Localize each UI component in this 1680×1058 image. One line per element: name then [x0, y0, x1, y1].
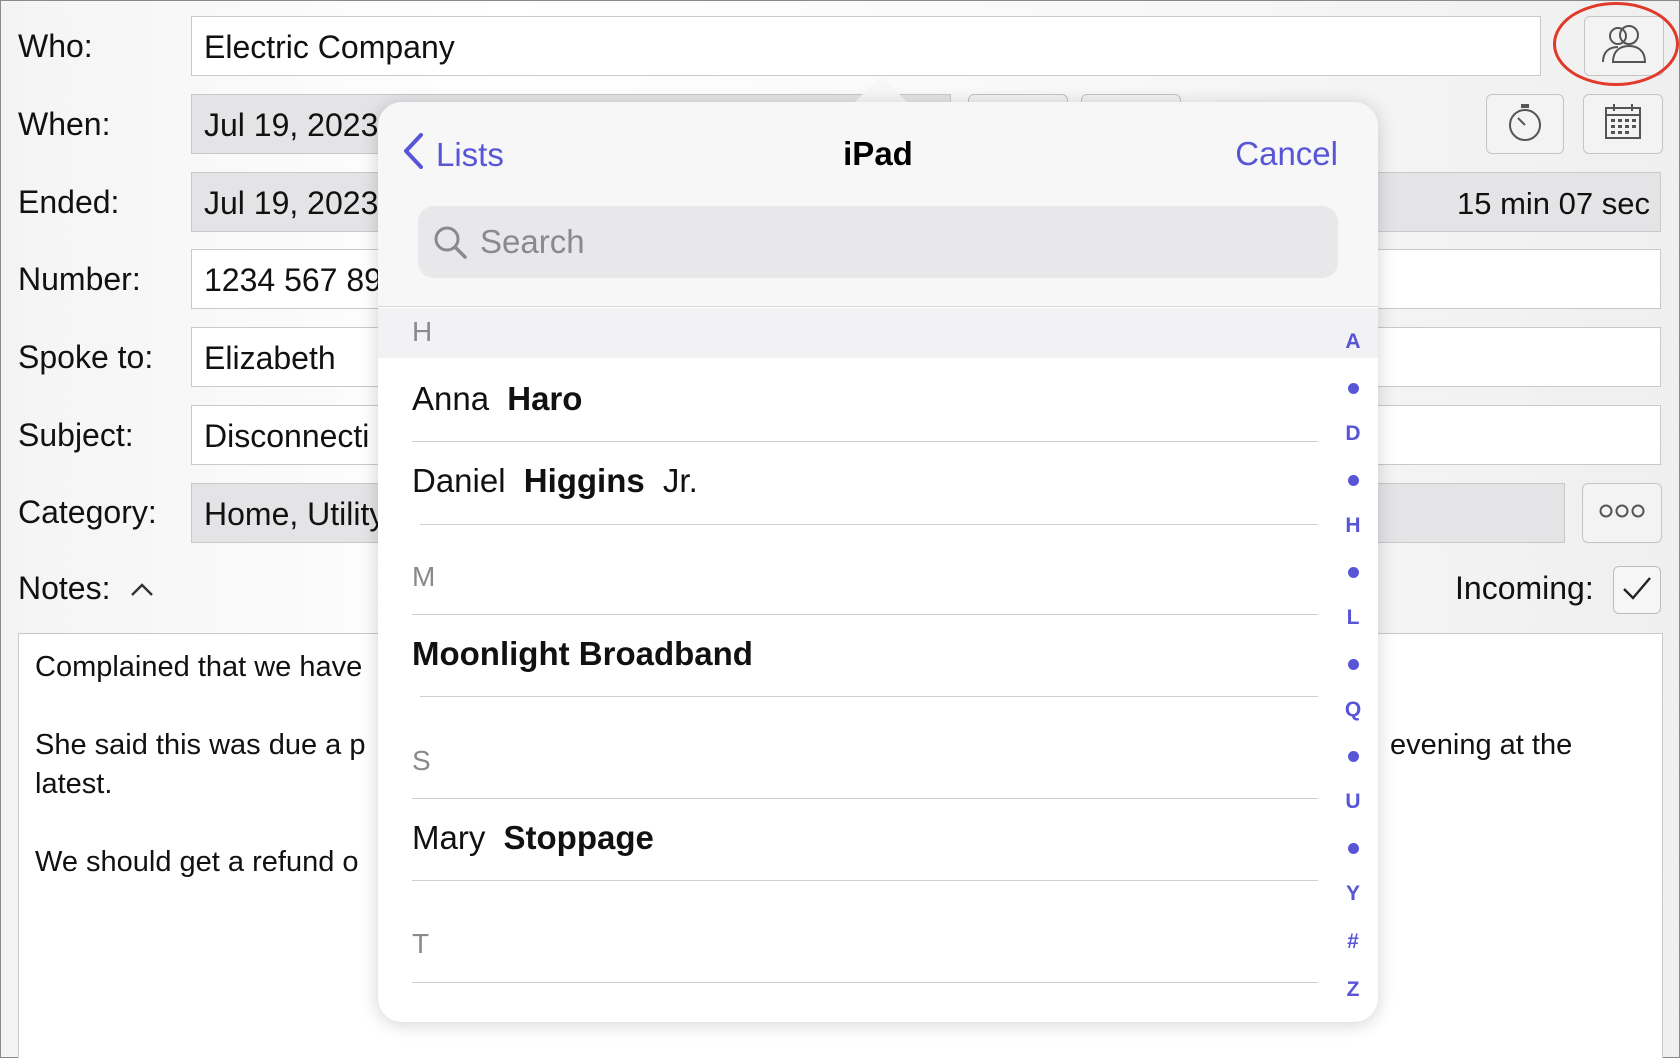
subject-label: Subject:: [18, 417, 134, 453]
popover-title: iPad: [843, 135, 913, 172]
search-input[interactable]: Search: [418, 206, 1338, 278]
more-button[interactable]: [1582, 483, 1662, 543]
calendar-icon: [1603, 102, 1643, 147]
section-index[interactable]: A D H L Q U Y # Z: [1338, 308, 1368, 1022]
duration-text: 15 min 07 sec: [1457, 186, 1650, 221]
section-header-m: M: [412, 561, 436, 592]
index-letter[interactable]: Q: [1338, 698, 1368, 722]
notes-line-2-left: She said this was due a p: [35, 729, 366, 761]
index-dot[interactable]: [1348, 751, 1359, 762]
row-separator: [412, 798, 1318, 799]
contact-row[interactable]: Anna Haro: [412, 380, 582, 418]
contact-last-name: Stoppage: [503, 819, 654, 856]
cancel-button[interactable]: Cancel: [1235, 135, 1338, 173]
contact-row[interactable]: Moonlight Broadband: [412, 635, 753, 673]
index-dot[interactable]: [1348, 659, 1359, 670]
index-dot[interactable]: [1348, 567, 1359, 578]
contact-company-name: Moonlight Broadband: [412, 635, 753, 672]
row-separator: [420, 524, 1318, 525]
spoke-to-label: Spoke to:: [18, 339, 154, 375]
row-separator: [420, 696, 1318, 697]
index-dot[interactable]: [1348, 383, 1359, 394]
index-dot[interactable]: [1348, 843, 1359, 854]
incoming-label: Incoming:: [1455, 570, 1594, 606]
row-separator: [412, 614, 1318, 615]
highlight-ring: [1553, 2, 1679, 86]
incoming-checkbox[interactable]: [1613, 566, 1661, 614]
who-label: Who:: [18, 28, 93, 64]
contact-row[interactable]: Daniel Higgins Jr.: [412, 462, 698, 500]
index-letter[interactable]: #: [1338, 930, 1368, 954]
chevron-up-icon[interactable]: [130, 581, 154, 597]
who-field[interactable]: Electric Company: [191, 16, 1541, 76]
notes-line-2-right: evening at the: [1390, 729, 1573, 761]
index-letter[interactable]: Z: [1338, 978, 1368, 1002]
when-label: When:: [18, 106, 111, 142]
category-label: Category:: [18, 494, 157, 530]
ellipsis-icon: [1598, 503, 1646, 524]
contact-row[interactable]: Mary Stoppage: [412, 819, 654, 857]
contact-first-name: Daniel: [412, 462, 506, 499]
checkmark-icon: [1621, 574, 1653, 607]
index-letter[interactable]: D: [1338, 422, 1368, 446]
popover-header: Lists iPad Cancel Search: [378, 102, 1378, 307]
section-header-h: H: [378, 308, 1378, 358]
popover-arrow: [853, 76, 909, 104]
section-header-t: T: [412, 928, 430, 959]
contact-last-name: Higgins: [523, 462, 645, 499]
index-letter[interactable]: L: [1338, 606, 1368, 630]
contact-first-name: Anna: [412, 380, 490, 417]
contacts-list: H Anna Haro Daniel Higgins Jr. M Moonlig…: [378, 308, 1378, 1022]
contact-last-name: Haro: [507, 380, 583, 417]
notes-label: Notes:: [18, 570, 111, 606]
section-header-s: S: [412, 745, 431, 776]
index-letter[interactable]: H: [1338, 514, 1368, 538]
row-separator: [412, 880, 1318, 881]
calendar-button[interactable]: [1583, 94, 1663, 154]
magnifier-icon: [432, 224, 468, 260]
index-letter[interactable]: U: [1338, 790, 1368, 814]
notes-header: Notes:: [18, 570, 154, 607]
stopwatch-icon: [1505, 101, 1545, 148]
contact-suffix: Jr.: [662, 462, 698, 499]
search-placeholder: Search: [480, 223, 585, 260]
contact-first-name: Mary: [412, 819, 486, 856]
row-separator: [412, 441, 1318, 442]
number-label: Number:: [18, 261, 141, 297]
timer-button[interactable]: [1486, 94, 1564, 154]
row-separator: [412, 982, 1318, 983]
index-dot[interactable]: [1348, 475, 1359, 486]
index-letter[interactable]: Y: [1338, 882, 1368, 906]
index-letter[interactable]: A: [1338, 330, 1368, 354]
ended-label: Ended:: [18, 184, 120, 220]
contacts-popover: Lists iPad Cancel Search H Anna Haro Dan…: [378, 102, 1378, 1022]
